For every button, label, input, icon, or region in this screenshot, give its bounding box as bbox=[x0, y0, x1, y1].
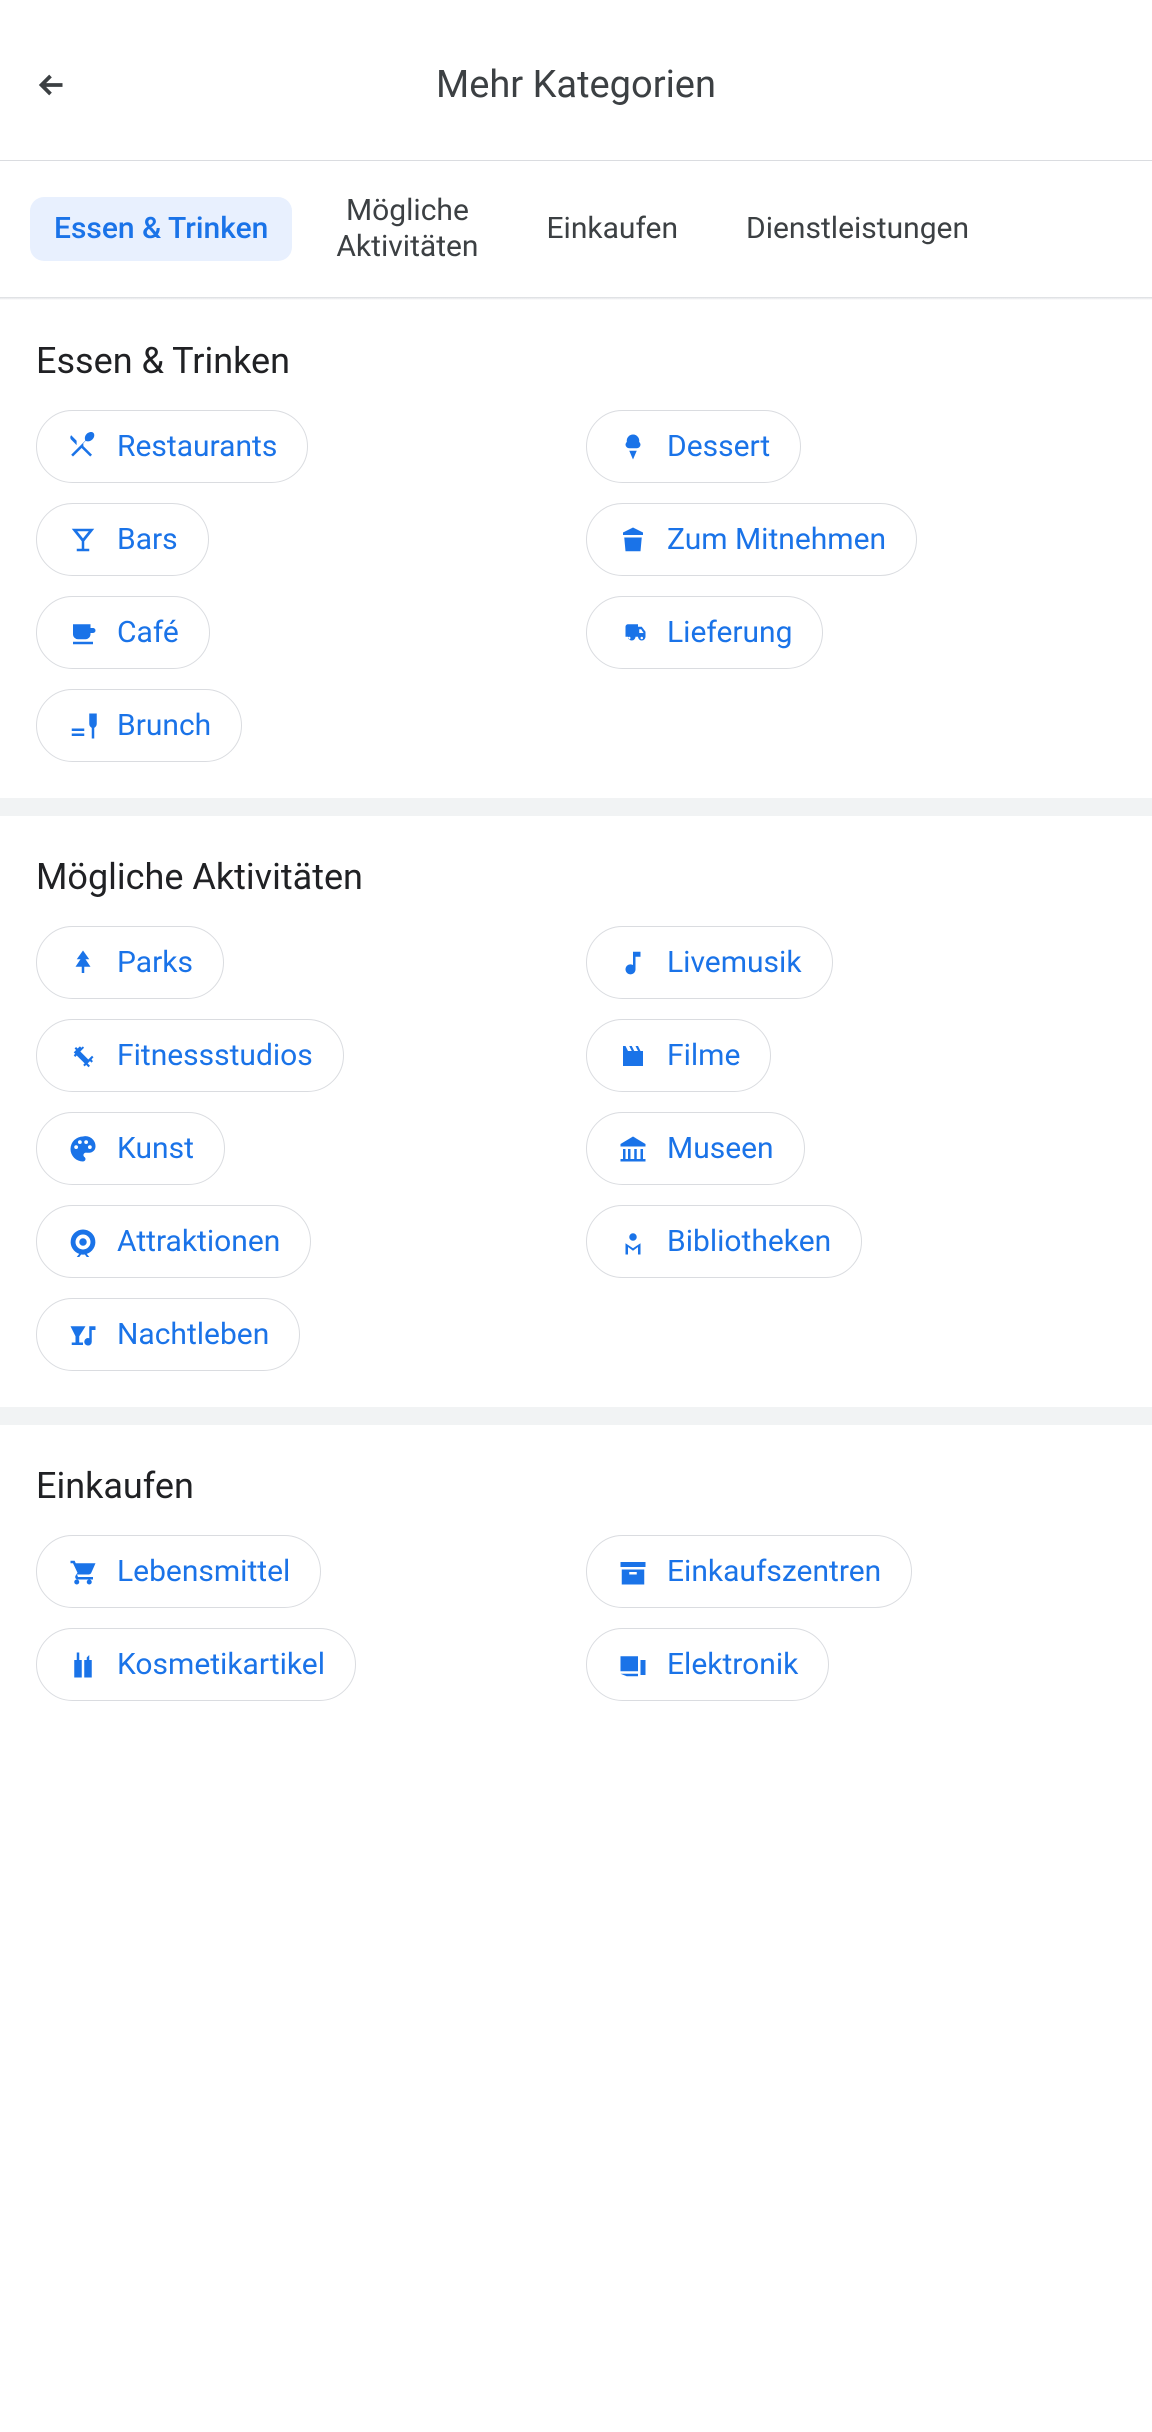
chip-label: Elektronik bbox=[667, 1647, 798, 1682]
arrow-left-icon bbox=[34, 67, 70, 103]
header: Mehr Kategorien bbox=[0, 0, 1152, 160]
chip-takeaway[interactable]: Zum Mitnehmen bbox=[586, 503, 917, 576]
chip-label: Filme bbox=[667, 1038, 740, 1073]
chip-attractions[interactable]: Attraktionen bbox=[36, 1205, 311, 1278]
section-food-drink: Essen & Trinken Restaurants Dessert Bars… bbox=[0, 300, 1152, 798]
chip-label: Lieferung bbox=[667, 615, 792, 650]
chip-label: Fitnessstudios bbox=[117, 1038, 313, 1073]
chip-libraries[interactable]: Bibliotheken bbox=[586, 1205, 862, 1278]
chip-brunch[interactable]: Brunch bbox=[36, 689, 242, 762]
takeout-icon bbox=[617, 524, 649, 556]
chip-label: Restaurants bbox=[117, 429, 277, 464]
chip-dessert[interactable]: Dessert bbox=[586, 410, 801, 483]
chip-label: Nachtleben bbox=[117, 1317, 269, 1352]
chip-label: Bibliotheken bbox=[667, 1224, 831, 1259]
chip-cafe[interactable]: Café bbox=[36, 596, 210, 669]
chip-label: Einkaufszentren bbox=[667, 1554, 881, 1589]
chip-grid: Lebensmittel Einkaufszentren Kosmetikart… bbox=[36, 1535, 1116, 1701]
chip-label: Livemusik bbox=[667, 945, 802, 980]
cosmetics-icon bbox=[67, 1649, 99, 1681]
tab-activities[interactable]: Mögliche Aktivitäten bbox=[312, 179, 502, 279]
chip-label: Museen bbox=[667, 1131, 774, 1166]
chip-label: Kosmetikartikel bbox=[117, 1647, 325, 1682]
fitness-icon bbox=[67, 1040, 99, 1072]
chip-bars[interactable]: Bars bbox=[36, 503, 209, 576]
library-icon bbox=[617, 1226, 649, 1258]
chip-label: Brunch bbox=[117, 708, 211, 743]
mall-icon bbox=[617, 1556, 649, 1588]
chip-livemusic[interactable]: Livemusik bbox=[586, 926, 833, 999]
chip-label: Attraktionen bbox=[117, 1224, 280, 1259]
delivery-icon bbox=[617, 617, 649, 649]
attraction-icon bbox=[67, 1226, 99, 1258]
section-title: Essen & Trinken bbox=[36, 340, 1116, 382]
chip-restaurants[interactable]: Restaurants bbox=[36, 410, 308, 483]
chip-label: Parks bbox=[117, 945, 193, 980]
tab-services[interactable]: Dienstleistungen bbox=[722, 197, 993, 261]
cocktail-icon bbox=[67, 524, 99, 556]
chip-parks[interactable]: Parks bbox=[36, 926, 224, 999]
chip-movies[interactable]: Filme bbox=[586, 1019, 771, 1092]
chip-label: Kunst bbox=[117, 1131, 194, 1166]
back-button[interactable] bbox=[30, 63, 74, 107]
content: Essen & Trinken Restaurants Dessert Bars… bbox=[0, 300, 1152, 1737]
chip-groceries[interactable]: Lebensmittel bbox=[36, 1535, 321, 1608]
nightlife-icon bbox=[67, 1319, 99, 1351]
coffee-icon bbox=[67, 617, 99, 649]
section-title: Mögliche Aktivitäten bbox=[36, 856, 1116, 898]
chip-label: Bars bbox=[117, 522, 178, 557]
grocery-cart-icon bbox=[67, 1556, 99, 1588]
chip-grid: Parks Livemusik Fitnessstudios Filme Kun… bbox=[36, 926, 1116, 1371]
section-activities: Mögliche Aktivitäten Parks Livemusik Fit… bbox=[0, 816, 1152, 1407]
movie-icon bbox=[617, 1040, 649, 1072]
section-title: Einkaufen bbox=[36, 1465, 1116, 1507]
chip-malls[interactable]: Einkaufszentren bbox=[586, 1535, 912, 1608]
chip-delivery[interactable]: Lieferung bbox=[586, 596, 823, 669]
chip-museums[interactable]: Museen bbox=[586, 1112, 805, 1185]
section-gap bbox=[0, 798, 1152, 816]
chip-electronics[interactable]: Elektronik bbox=[586, 1628, 829, 1701]
chip-art[interactable]: Kunst bbox=[36, 1112, 225, 1185]
section-shopping: Einkaufen Lebensmittel Einkaufszentren K… bbox=[0, 1425, 1152, 1737]
chip-label: Café bbox=[117, 615, 179, 650]
ice-cream-icon bbox=[617, 431, 649, 463]
electronics-icon bbox=[617, 1649, 649, 1681]
tab-food-drink[interactable]: Essen & Trinken bbox=[30, 197, 292, 261]
page-title: Mehr Kategorien bbox=[74, 63, 1078, 107]
chip-gyms[interactable]: Fitnessstudios bbox=[36, 1019, 344, 1092]
chip-label: Zum Mitnehmen bbox=[667, 522, 886, 557]
brunch-icon bbox=[67, 710, 99, 742]
tabs: Essen & Trinken Mögliche Aktivitäten Ein… bbox=[0, 161, 1152, 297]
chip-grid: Restaurants Dessert Bars Zum Mitnehmen C… bbox=[36, 410, 1116, 762]
chip-nightlife[interactable]: Nachtleben bbox=[36, 1298, 300, 1371]
tab-shopping[interactable]: Einkaufen bbox=[523, 197, 703, 261]
restaurant-icon bbox=[67, 431, 99, 463]
tree-icon bbox=[67, 947, 99, 979]
section-gap bbox=[0, 1407, 1152, 1425]
chip-label: Lebensmittel bbox=[117, 1554, 290, 1589]
palette-icon bbox=[67, 1133, 99, 1165]
chip-label: Dessert bbox=[667, 429, 770, 464]
chip-cosmetics[interactable]: Kosmetikartikel bbox=[36, 1628, 356, 1701]
museum-icon bbox=[617, 1133, 649, 1165]
music-note-icon bbox=[617, 947, 649, 979]
